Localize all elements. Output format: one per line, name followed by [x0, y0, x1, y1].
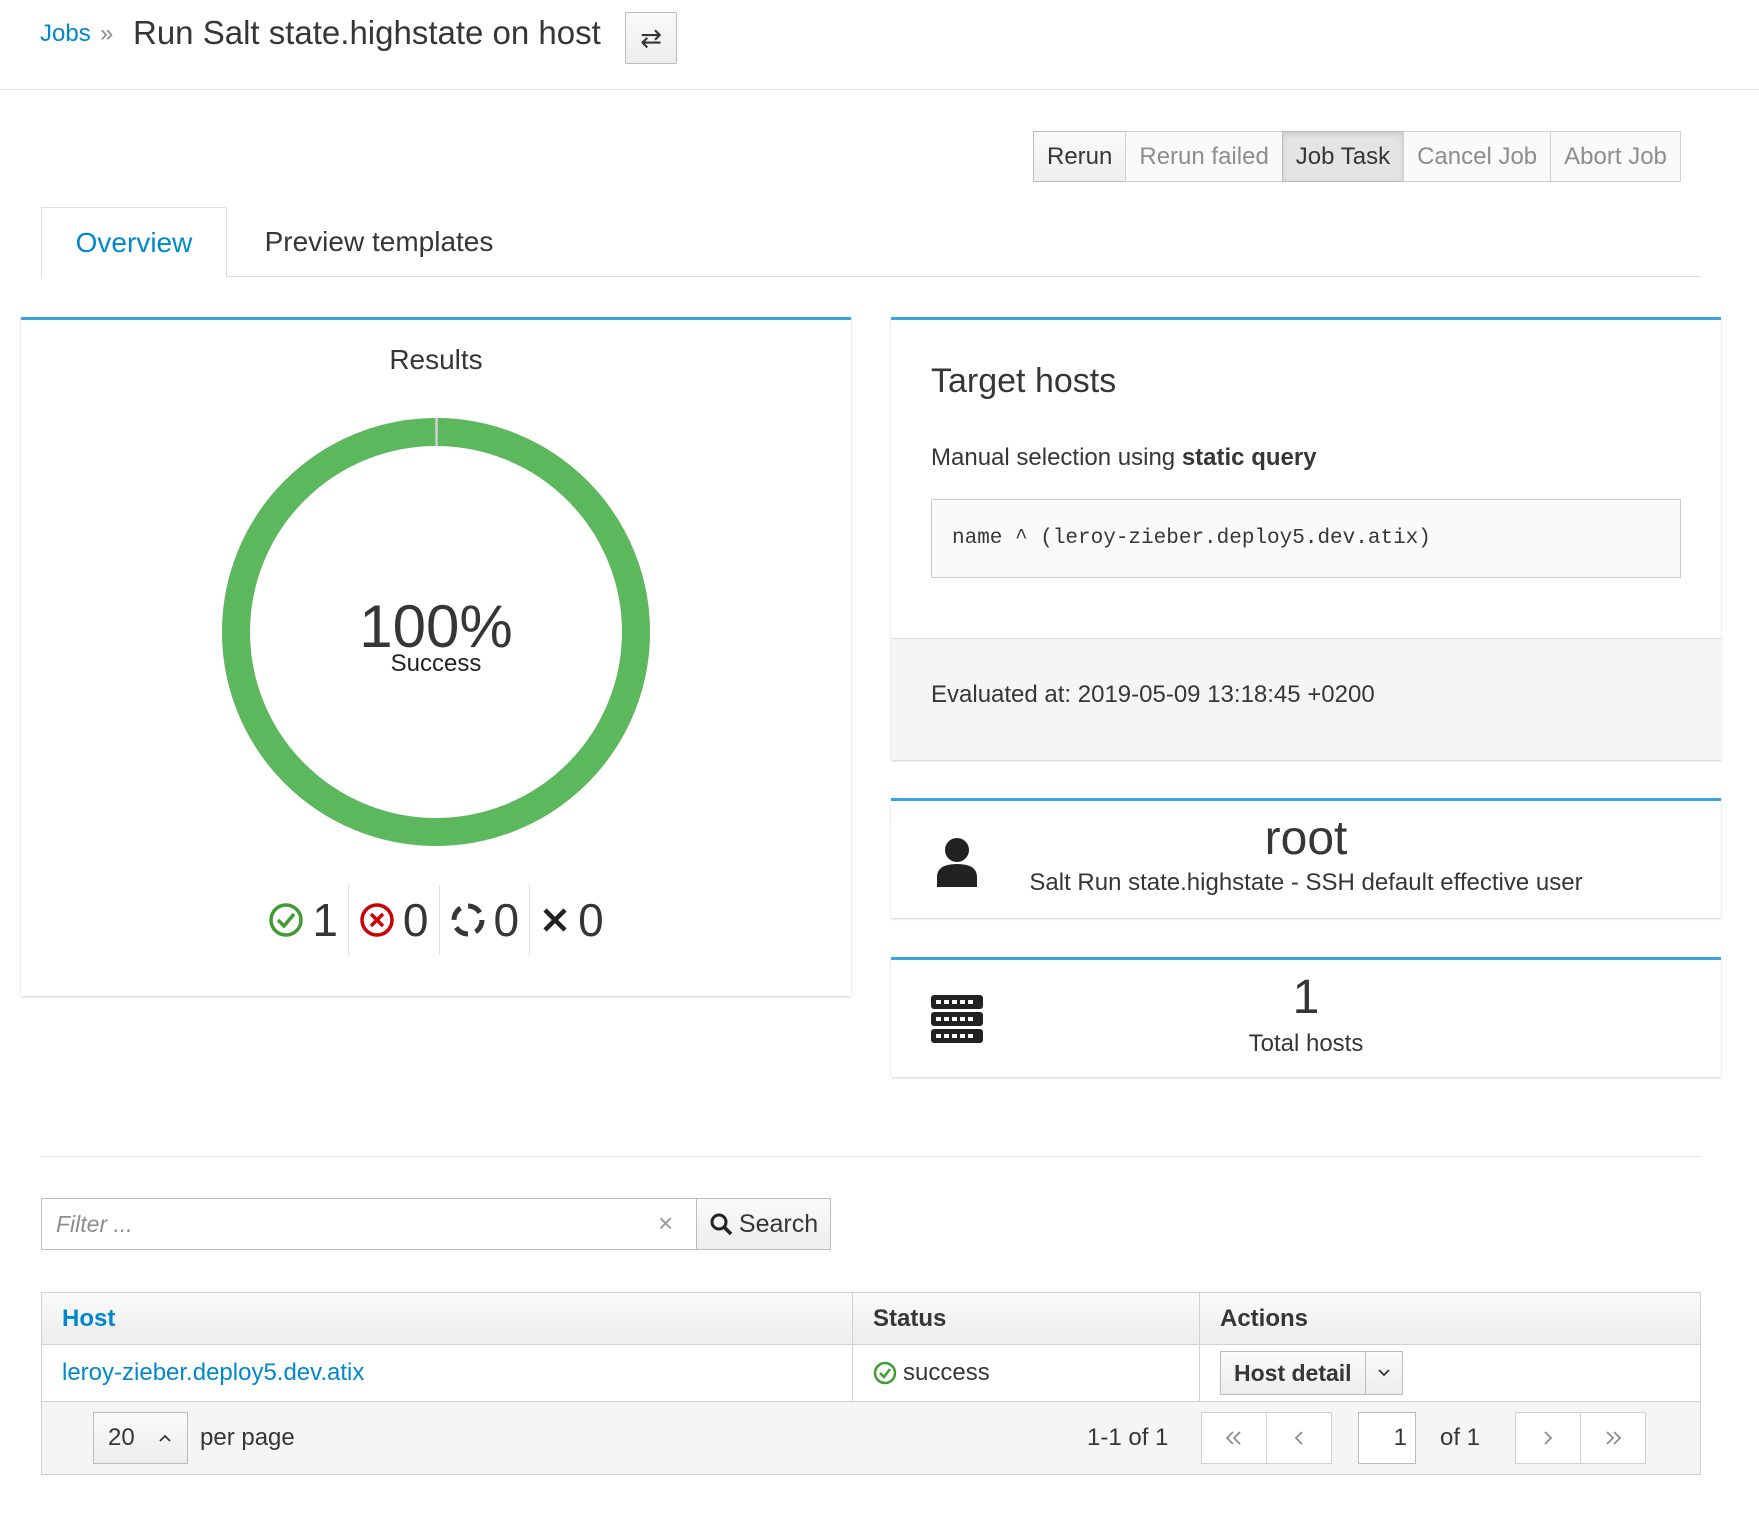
chevron-left-icon [1294, 1431, 1303, 1445]
actions-column-header: Actions [1199, 1293, 1700, 1344]
results-title: Results [389, 344, 483, 375]
prev-page-button[interactable] [1266, 1412, 1332, 1464]
failed-count-value: 0 [402, 894, 429, 946]
per-page-select[interactable]: 20 [93, 1412, 188, 1464]
host-detail-button[interactable]: Host detail [1221, 1352, 1366, 1394]
section-divider [41, 1156, 1701, 1157]
last-page-button[interactable] [1580, 1412, 1646, 1464]
swap-icon: ⇄ [640, 22, 662, 53]
host-actions: Host detail [1199, 1345, 1700, 1401]
table-header: Host Status Actions [42, 1293, 1700, 1345]
job-task-button[interactable]: Job Task [1281, 131, 1405, 182]
result-counts: 1 0 0 0 [21, 885, 851, 955]
target-hosts-card: Target hosts Manual selection using stat… [891, 317, 1721, 760]
failed-count: 0 [347, 885, 439, 955]
chevron-up-icon [159, 1434, 171, 1442]
abort-job-button[interactable]: Abort Job [1550, 131, 1681, 182]
page-number-input[interactable] [1358, 1412, 1416, 1464]
tab-preview-templates[interactable]: Preview templates [227, 207, 531, 277]
cancelled-x-icon [543, 908, 567, 932]
pending-count: 0 [438, 885, 530, 955]
hosts-table: Host Status Actions leroy-zieber.deploy5… [41, 1292, 1701, 1475]
target-hosts-footer: Evaluated at: 2019-05-09 13:18:45 +0200 [891, 638, 1721, 760]
breadcrumb-jobs-link[interactable]: Jobs [40, 20, 91, 48]
target-desc-prefix: Manual selection using [931, 444, 1176, 471]
error-circle-icon [360, 903, 394, 937]
double-chevron-left-icon [1225, 1431, 1241, 1445]
per-page-label: per page [200, 1424, 295, 1451]
target-desc-bold: static query [1181, 444, 1317, 471]
filter-input[interactable] [41, 1198, 697, 1250]
search-icon [710, 1213, 733, 1236]
pagination-next-group [1515, 1412, 1646, 1464]
host-status-text: success [903, 1359, 990, 1386]
double-chevron-right-icon [1606, 1431, 1622, 1445]
donut-percent-label: Success [390, 650, 482, 677]
tab-overview[interactable]: Overview [41, 207, 227, 278]
target-hosts-title: Target hosts [931, 362, 1117, 400]
breadcrumb-separator: » [100, 20, 114, 47]
rerun-failed-button[interactable]: Rerun failed [1125, 131, 1283, 182]
cancelled-count-value: 0 [578, 894, 604, 946]
tab-bar: Overview Preview templates [41, 207, 1701, 278]
status-column-header: Status [852, 1293, 1199, 1344]
items-range: 1-1 of 1 [1087, 1424, 1169, 1451]
rerun-button[interactable]: Rerun [1033, 131, 1127, 182]
per-page-value: 20 [108, 1424, 135, 1451]
total-hosts-count: 1 [1292, 971, 1320, 1024]
chevron-down-icon [1377, 1369, 1390, 1377]
cancelled-count: 0 [529, 885, 614, 955]
total-hosts-label: Total hosts [1248, 1030, 1364, 1057]
host-detail-split-button: Host detail [1220, 1351, 1403, 1395]
pending-count-value: 0 [493, 894, 520, 946]
evaluated-at: Evaluated at: 2019-05-09 13:18:45 +0200 [931, 681, 1375, 708]
page-header: Jobs » Run Salt state.highstate on host … [0, 0, 1759, 90]
check-circle-icon [269, 903, 304, 937]
host-status: success [852, 1345, 1199, 1401]
effective-user-card: root Salt Run state.highstate - SSH defa… [891, 798, 1721, 918]
switch-job-button[interactable]: ⇄ [625, 12, 677, 64]
pagination-prev-group [1201, 1412, 1332, 1464]
target-selection-description: Manual selection using static query [931, 444, 1317, 472]
total-hosts-card: 1 Total hosts [891, 957, 1721, 1077]
next-page-button[interactable] [1515, 1412, 1581, 1464]
success-count-value: 1 [312, 894, 338, 946]
pagination: 20 per page 1-1 of 1 of 1 [42, 1401, 1700, 1474]
chevron-right-icon [1544, 1431, 1553, 1445]
pending-spinner-icon [451, 903, 484, 937]
host-detail-dropdown-toggle[interactable] [1366, 1352, 1402, 1394]
job-actions: Rerun Rerun failed Job Task Cancel Job A… [1033, 131, 1681, 182]
host-link[interactable]: leroy-zieber.deploy5.dev.atix [42, 1345, 852, 1401]
search-button-label: Search [738, 1209, 819, 1238]
search-query-box: name ^ (leroy-zieber.deploy5.dev.atix) [931, 499, 1681, 578]
results-card: Results 100% Success 1 0 0 0 [21, 317, 851, 996]
effective-user-description: Salt Run state.highstate - SSH default e… [1029, 869, 1583, 896]
clear-filter-icon[interactable]: × [658, 1208, 673, 1239]
host-column-header[interactable]: Host [42, 1293, 852, 1344]
search-button[interactable]: Search [696, 1198, 831, 1250]
total-pages-label: of 1 [1440, 1424, 1481, 1451]
check-circle-icon [873, 1361, 897, 1385]
table-row: leroy-zieber.deploy5.dev.atix success Ho… [42, 1345, 1700, 1401]
first-page-button[interactable] [1201, 1412, 1267, 1464]
cancel-job-button[interactable]: Cancel Job [1403, 131, 1552, 182]
effective-user-name: root [1264, 812, 1348, 865]
success-count: 1 [258, 885, 348, 955]
page-title: Run Salt state.highstate on host [133, 14, 601, 51]
